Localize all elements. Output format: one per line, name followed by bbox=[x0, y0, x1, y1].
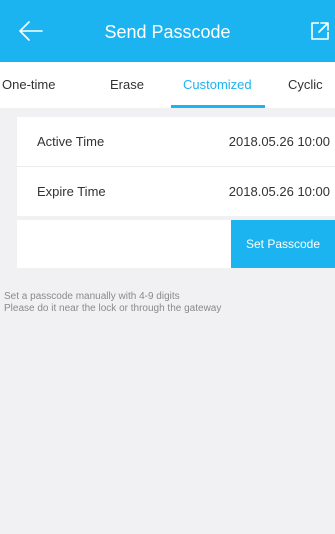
page-title: Send Passcode bbox=[104, 22, 231, 42]
expire-time-row[interactable]: Expire Time 2018.05.26 10:00 bbox=[17, 166, 335, 216]
tab-customized[interactable]: Customized bbox=[183, 62, 252, 108]
tab-cyclic[interactable]: Cyclic bbox=[288, 62, 323, 108]
passcode-type-tabs: One-time Erase Customized Cyclic bbox=[0, 62, 335, 108]
share-external-icon[interactable] bbox=[309, 20, 331, 42]
time-settings-card: Active Time 2018.05.26 10:00 Expire Time… bbox=[17, 117, 335, 216]
passcode-input[interactable] bbox=[17, 220, 231, 268]
set-passcode-button[interactable]: Set Passcode bbox=[231, 220, 335, 268]
hint-digits: Set a passcode manually with 4-9 digits bbox=[4, 291, 180, 302]
active-time-label: Active Time bbox=[37, 134, 105, 149]
active-time-value: 2018.05.26 10:00 bbox=[228, 134, 330, 149]
expire-time-label: Expire Time bbox=[37, 184, 106, 199]
hint-location: Please do it near the lock or through th… bbox=[4, 303, 222, 314]
app-header: Send Passcode bbox=[0, 0, 335, 62]
active-time-row[interactable]: Active Time 2018.05.26 10:00 bbox=[17, 117, 335, 166]
passcode-input-container bbox=[17, 220, 231, 268]
active-tab-indicator bbox=[171, 105, 265, 108]
tab-one-time[interactable]: One-time bbox=[2, 62, 55, 108]
expire-time-value: 2018.05.26 10:00 bbox=[228, 184, 330, 199]
tab-erase[interactable]: Erase bbox=[110, 62, 144, 108]
